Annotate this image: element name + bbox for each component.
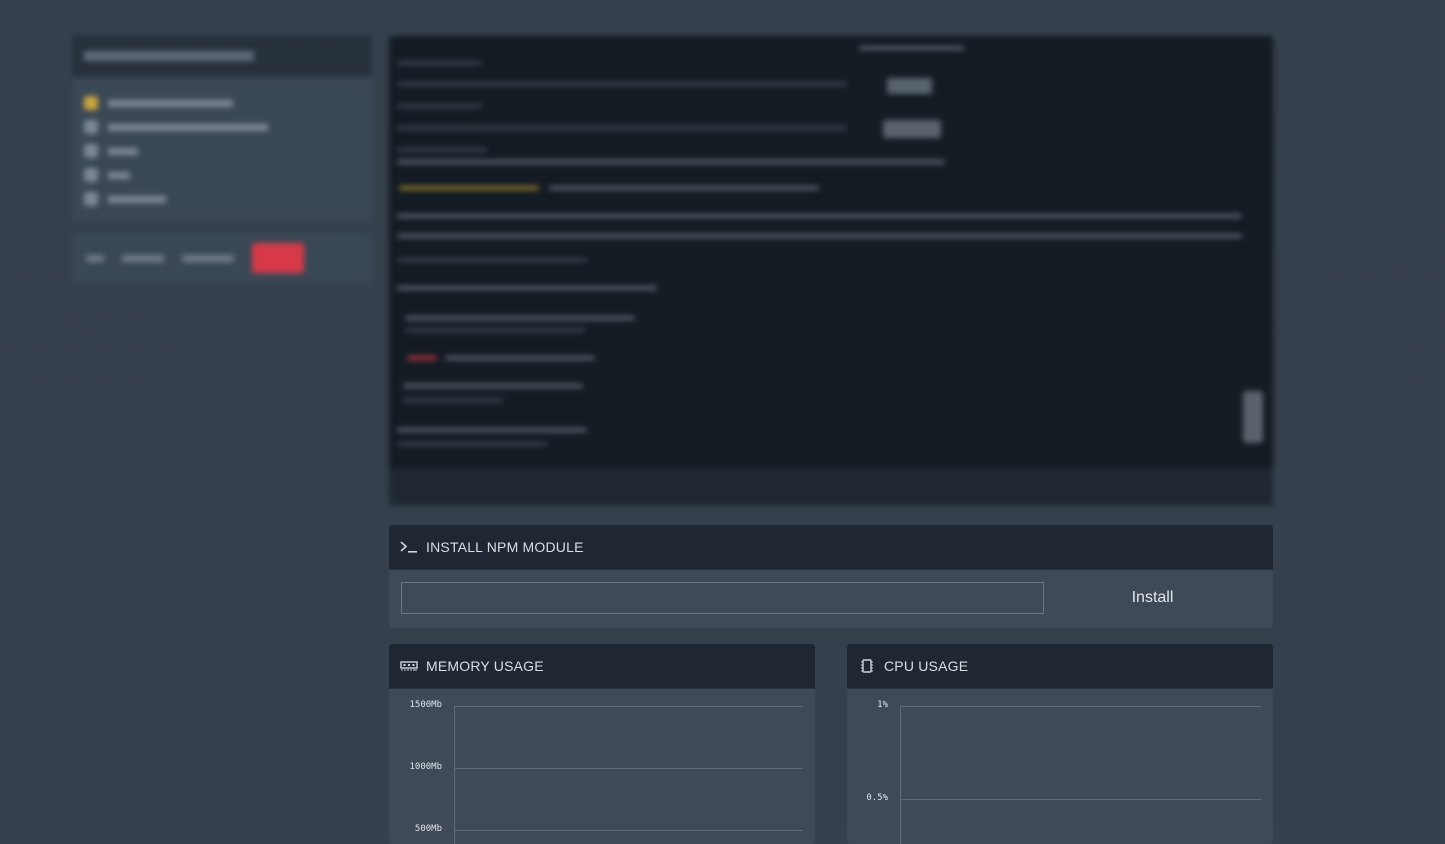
memory-usage-title: MEMORY USAGE xyxy=(426,658,544,674)
memory-usage-header: MEMORY USAGE xyxy=(389,644,815,689)
cpu-chart: 1% 0.5% xyxy=(847,689,1273,844)
process-info-header xyxy=(72,35,372,77)
memory-gridline xyxy=(454,768,803,769)
restart-button[interactable] xyxy=(122,254,164,262)
info-icon xyxy=(84,168,98,182)
terminal-output[interactable] xyxy=(389,36,1273,506)
list-item xyxy=(84,187,360,211)
list-item xyxy=(84,163,360,187)
install-button[interactable]: Install xyxy=(1044,582,1261,614)
cpu-icon xyxy=(858,658,876,674)
sidebar xyxy=(72,35,372,283)
list-item xyxy=(84,115,360,139)
npm-install-header: INSTALL NPM MODULE xyxy=(389,525,1273,570)
info-icon xyxy=(84,144,98,158)
memory-chart: 1500Mb 1000Mb 500Mb xyxy=(389,689,815,844)
memory-gridline xyxy=(454,706,803,707)
action-icon[interactable] xyxy=(86,254,104,262)
cpu-y-tick: 0.5% xyxy=(866,793,888,803)
cpu-y-axis xyxy=(900,706,901,844)
memory-y-axis xyxy=(454,706,455,844)
process-actions xyxy=(72,233,372,283)
process-info-list xyxy=(72,77,372,221)
info-icon xyxy=(84,192,98,206)
memory-icon xyxy=(400,658,418,674)
memory-usage-panel: MEMORY USAGE 1500Mb 1000Mb 500Mb xyxy=(389,644,815,844)
cpu-usage-panel: CPU USAGE 1% 0.5% xyxy=(847,644,1273,844)
process-info-card xyxy=(72,35,372,221)
npm-install-panel: INSTALL NPM MODULE Install xyxy=(389,525,1273,628)
npm-install-title: INSTALL NPM MODULE xyxy=(426,539,584,555)
reload-button[interactable] xyxy=(182,254,234,262)
cpu-usage-title: CPU USAGE xyxy=(884,658,969,674)
cpu-y-tick: 1% xyxy=(877,700,888,710)
list-item xyxy=(84,91,360,115)
info-icon xyxy=(84,120,98,134)
npm-module-input[interactable] xyxy=(401,582,1044,614)
memory-y-tick: 500Mb xyxy=(414,824,442,834)
list-item xyxy=(84,139,360,163)
terminal-icon xyxy=(400,539,418,555)
cpu-gridline xyxy=(900,799,1261,800)
memory-y-tick: 1500Mb xyxy=(409,700,442,710)
terminal-footer xyxy=(389,468,1273,506)
terminal-scrollbar[interactable] xyxy=(1243,391,1263,443)
cpu-gridline xyxy=(900,706,1261,707)
cpu-usage-header: CPU USAGE xyxy=(847,644,1273,689)
stop-button[interactable] xyxy=(252,243,304,273)
memory-y-tick: 1000Mb xyxy=(409,762,442,772)
status-icon xyxy=(84,96,98,110)
